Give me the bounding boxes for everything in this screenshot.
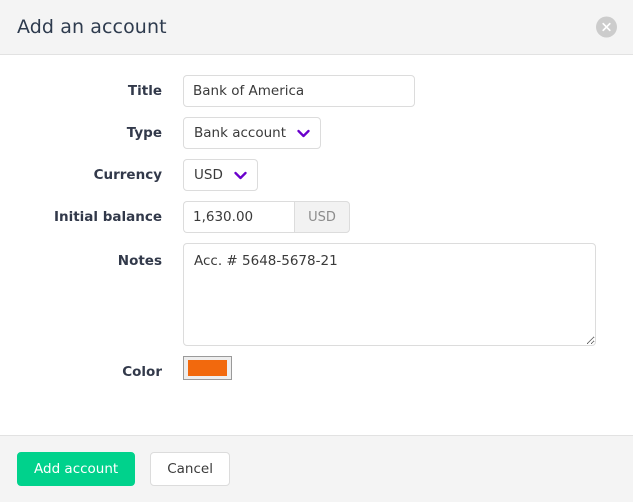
color-control — [183, 356, 633, 380]
add-account-dialog: Add an account Title Type Bank account — [0, 0, 633, 502]
currency-select[interactable]: USD — [183, 159, 258, 191]
currency-addon: USD — [294, 201, 350, 233]
chevron-down-icon — [234, 171, 247, 180]
currency-label: Currency — [93, 167, 162, 183]
color-label: Color — [122, 364, 162, 380]
cancel-button[interactable]: Cancel — [150, 452, 230, 486]
form-row-currency: Currency USD — [0, 159, 633, 191]
title-control — [183, 75, 633, 107]
type-select-value: Bank account — [194, 125, 286, 141]
close-icon[interactable] — [596, 16, 617, 38]
chevron-down-icon — [297, 129, 310, 138]
type-label: Type — [126, 125, 162, 141]
dialog-footer: Add account Cancel — [0, 435, 633, 502]
dialog-title: Add an account — [17, 15, 167, 38]
initial-balance-group: USD — [183, 201, 633, 233]
form-row-color: Color — [0, 356, 633, 388]
notes-control — [183, 243, 633, 346]
type-select[interactable]: Bank account — [183, 117, 321, 149]
title-label: Title — [127, 83, 162, 99]
initial-balance-control: USD — [183, 201, 633, 233]
form-row-type: Type Bank account — [0, 117, 633, 149]
dialog-header: Add an account — [0, 0, 633, 55]
color-picker-swatch[interactable] — [183, 356, 232, 380]
currency-control: USD — [183, 159, 633, 191]
close-x-glyph — [602, 22, 611, 32]
dialog-body: Title Type Bank account Curr — [0, 55, 633, 435]
form-row-title: Title — [0, 75, 633, 107]
notes-label: Notes — [117, 253, 162, 269]
add-account-button[interactable]: Add account — [17, 452, 136, 486]
form-row-initial-balance: Initial balance USD — [0, 201, 633, 233]
notes-textarea[interactable] — [183, 243, 596, 346]
title-input[interactable] — [183, 75, 415, 107]
initial-balance-label: Initial balance — [53, 209, 162, 225]
initial-balance-input[interactable] — [183, 201, 294, 233]
color-swatch-fill — [188, 360, 227, 376]
currency-select-value: USD — [194, 167, 223, 183]
form-row-notes: Notes — [0, 243, 633, 346]
type-control: Bank account — [183, 117, 633, 149]
